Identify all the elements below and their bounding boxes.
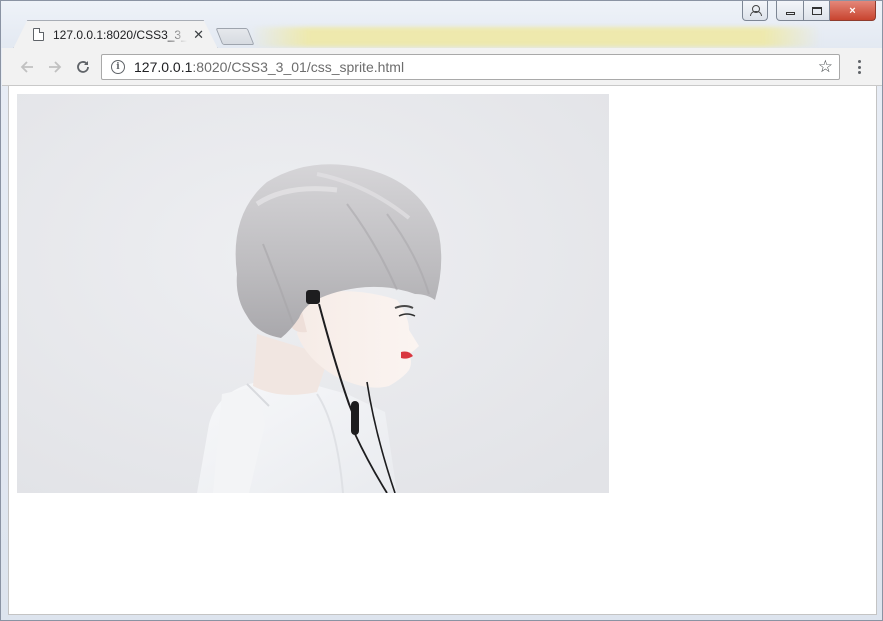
tab-strip: 127.0.0.1:8020/CSS3_3_01/css_sprite.html… [1,1,882,49]
arrow-right-icon [49,61,62,73]
url-path: :8020/CSS3_3_01/css_sprite.html [192,59,405,75]
info-icon[interactable]: i [111,60,125,74]
url-host: 127.0.0.1 [134,59,193,75]
maximize-button[interactable] [804,1,830,21]
portrait-image [17,94,609,493]
forward-button[interactable] [44,56,66,78]
window-close-icon: × [849,4,856,17]
browser-window: 127.0.0.1:8020/CSS3_3_01/css_sprite.html… [0,0,883,621]
page-viewport [8,86,877,615]
minimize-icon [785,12,795,15]
maximize-icon [811,6,822,15]
portrait-illustration [17,94,609,493]
back-button[interactable] [16,56,38,78]
close-icon[interactable]: ✕ [193,28,204,41]
reload-button[interactable] [72,56,94,78]
window-close-button[interactable]: × [830,1,876,21]
arrow-left-icon [20,61,33,73]
minimize-button[interactable] [776,1,804,21]
page-icon [33,28,44,41]
tab-title: 127.0.0.1:8020/CSS3_3_01/css_sprite.html [53,27,188,42]
url-text[interactable]: 127.0.0.1:8020/CSS3_3_01/css_sprite.html [134,59,404,75]
user-icon [750,5,762,16]
new-tab-button[interactable] [215,28,255,45]
window-controls: × [742,1,876,21]
reload-icon [77,61,89,73]
user-profile-button[interactable] [742,1,768,21]
kebab-menu-icon[interactable] [852,59,866,75]
desktop-background-blur [251,27,821,47]
browser-tab-content[interactable]: 127.0.0.1:8020/CSS3_3_01/css_sprite.html… [13,20,218,49]
browser-toolbar: i 127.0.0.1:8020/CSS3_3_01/css_sprite.ht… [2,48,882,86]
star-icon[interactable]: ☆ [818,58,833,75]
address-bar[interactable]: i 127.0.0.1:8020/CSS3_3_01/css_sprite.ht… [101,54,840,80]
